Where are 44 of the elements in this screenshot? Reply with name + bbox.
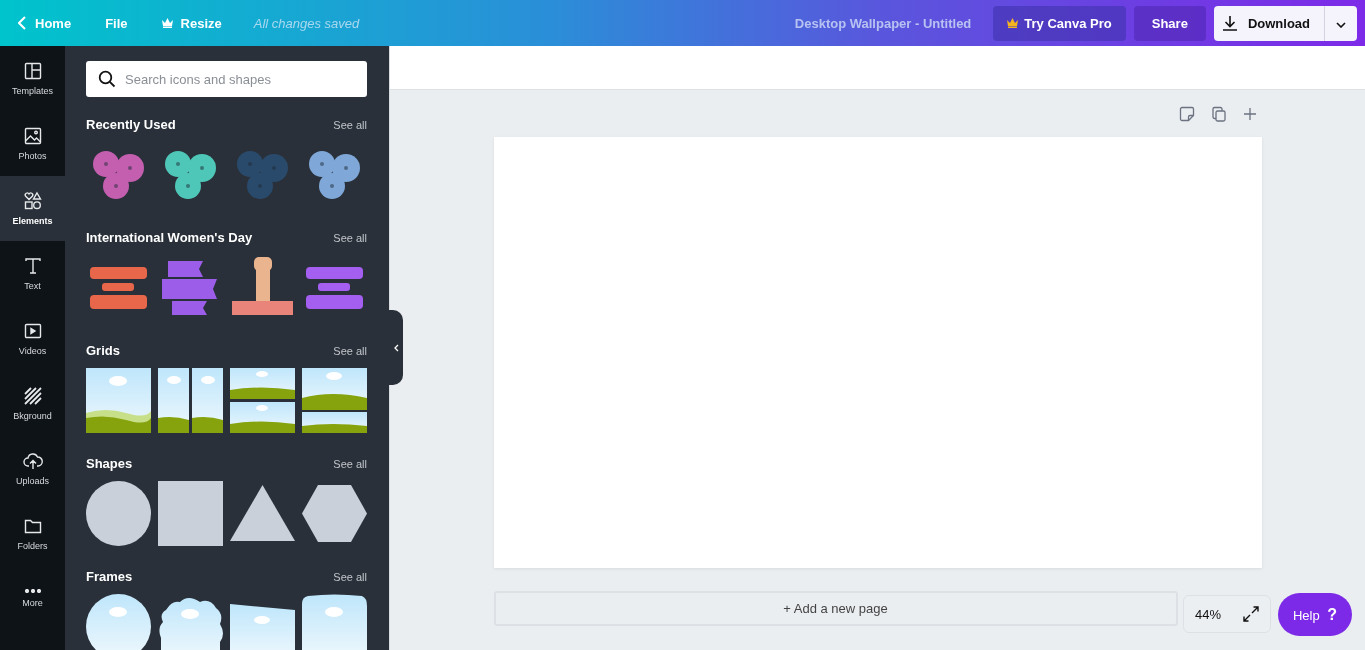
plus-icon[interactable]: [1242, 106, 1257, 121]
grid-thumbnail[interactable]: [158, 368, 223, 433]
frame-thumbnail[interactable]: [302, 594, 367, 650]
section-title: Recently Used: [86, 117, 176, 132]
background-icon: [22, 386, 43, 406]
see-all-link[interactable]: See all: [333, 458, 367, 470]
search-field[interactable]: Search icons and shapes: [86, 61, 367, 97]
help-button[interactable]: Help ?: [1278, 593, 1352, 636]
section-title: International Women's Day: [86, 230, 253, 245]
more-icon: [22, 589, 43, 593]
frame-thumbnail[interactable]: [86, 594, 151, 650]
rail-tab[interactable]: Elements: [0, 176, 65, 241]
templates-icon: [22, 61, 43, 81]
collapse-panel-button[interactable]: [389, 310, 403, 385]
download-icon: [1221, 15, 1238, 31]
see-all-link[interactable]: See all: [333, 119, 367, 131]
section-title: Shapes: [86, 456, 133, 471]
zoom-level[interactable]: 44%: [1195, 606, 1221, 622]
section-title: Grids: [86, 343, 120, 358]
grid-thumbnail[interactable]: [230, 368, 295, 433]
section-title: Frames: [86, 569, 133, 584]
grid-thumbnail[interactable]: [86, 368, 151, 433]
back-chevron-icon: [18, 16, 27, 30]
share-button[interactable]: Share: [1133, 5, 1206, 41]
elements-icon: [22, 191, 43, 211]
copy-icon[interactable]: [1210, 105, 1227, 122]
add-page-button[interactable]: + Add a new page: [493, 591, 1178, 626]
crown-icon: [161, 18, 173, 28]
save-status: All changes saved: [253, 15, 360, 31]
see-all-link[interactable]: See all: [333, 232, 367, 244]
uploads-icon: [22, 451, 43, 471]
crown-icon: [1007, 18, 1019, 28]
grid-thumbnail[interactable]: [302, 368, 367, 433]
videos-icon: [22, 321, 43, 341]
circle-shape[interactable]: [86, 481, 151, 546]
chevron-left-icon: [393, 343, 399, 352]
photos-icon: [22, 126, 43, 146]
try-pro-button[interactable]: Try Canva Pro: [993, 5, 1126, 41]
expand-icon[interactable]: [1243, 606, 1259, 622]
text-icon: [22, 256, 43, 276]
caret-icon: [1336, 21, 1346, 28]
note-icon[interactable]: [1178, 105, 1195, 122]
see-all-link[interactable]: See all: [333, 345, 367, 357]
see-all-link[interactable]: See all: [333, 571, 367, 583]
